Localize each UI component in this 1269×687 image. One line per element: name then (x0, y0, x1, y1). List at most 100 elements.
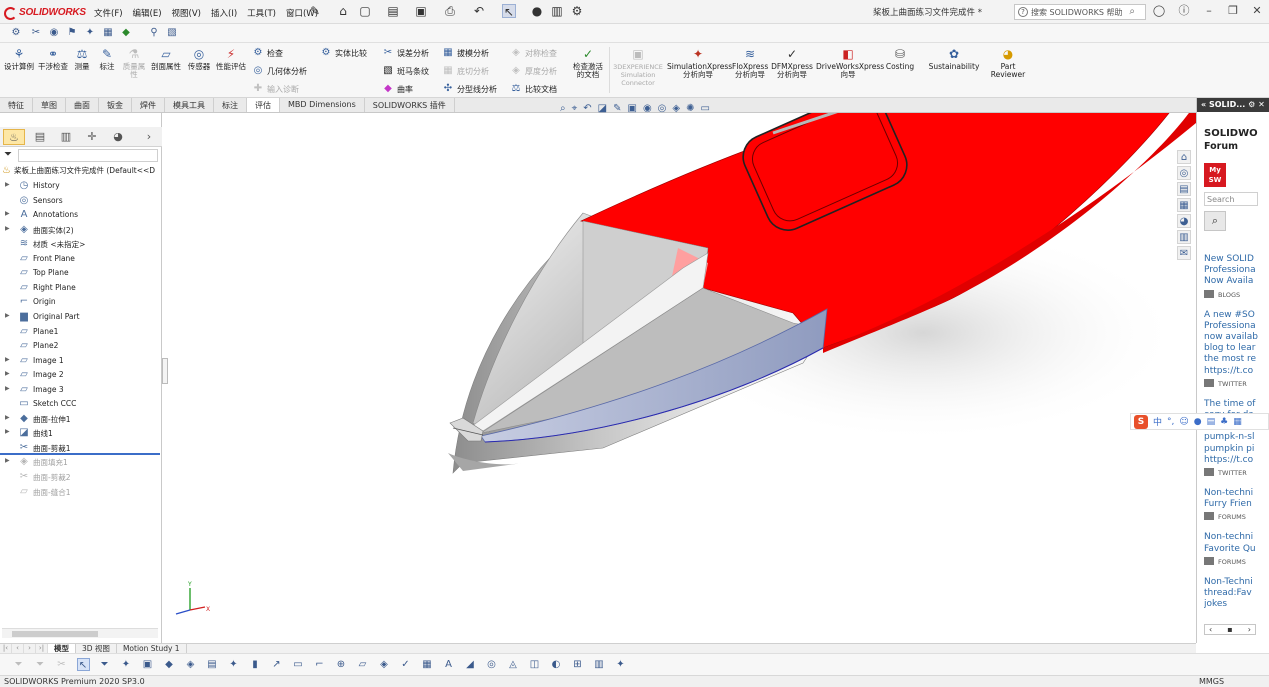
quick-tool-5-icon[interactable]: ✦ (84, 27, 96, 39)
tab-7[interactable]: 评估 (247, 98, 280, 112)
feed-item-text[interactable]: thread:Fav (1204, 588, 1269, 598)
scrollbar-thumb[interactable] (12, 631, 98, 637)
selection-filter-4-icon[interactable]: ⏷ (98, 658, 111, 671)
tab-0[interactable]: 特征 (0, 98, 33, 112)
tab-8[interactable]: MBD Dimensions (280, 98, 365, 112)
floxpress-button[interactable]: ≋ FloXpress 分析向导 (732, 47, 768, 79)
menu-insert[interactable]: 插入(I) (211, 7, 237, 19)
zoom-to-area-icon[interactable]: ⌖ (572, 103, 578, 117)
dimxpert-tab-icon[interactable]: ✛ (81, 129, 103, 145)
tree-item[interactable]: ▱ Top Plane (0, 266, 160, 280)
tree-item[interactable]: ▶ ◪ 曲线1 (0, 426, 160, 440)
selection-filter-26-icon[interactable]: ⊞ (571, 658, 584, 671)
interference-button[interactable]: ⚭ 干涉检查 (38, 47, 68, 71)
menu-edit[interactable]: 编辑(E) (133, 7, 162, 19)
import-diagnostics-button[interactable]: ✚ 输入诊断 (252, 83, 299, 95)
tab-2[interactable]: 曲面 (66, 98, 99, 112)
forum-search-input[interactable]: Search (1204, 192, 1258, 206)
view-orientation-icon[interactable]: ▣ (627, 103, 636, 117)
symmetry-check-button[interactable]: ◈ 对称检查 (510, 47, 557, 59)
selection-filter-14-icon[interactable]: ⌐ (313, 658, 326, 671)
options-gear-icon[interactable]: ⚙ (570, 4, 584, 18)
expand-chevron-icon[interactable]: ▶ (5, 225, 10, 232)
tree-item[interactable]: ▶ A Annotations (0, 208, 160, 222)
selection-filter-6-icon[interactable]: ▣ (141, 658, 154, 671)
selection-filter-5-icon[interactable]: ✦ (120, 658, 133, 671)
dfmxpress-button[interactable]: ✓ DFMXpress 分析向导 (770, 47, 814, 79)
selection-filter-27-icon[interactable]: ▥ (593, 658, 606, 671)
panel-splitter-handle[interactable] (162, 358, 168, 384)
filter-input[interactable] (18, 149, 158, 162)
selection-filter-1-icon[interactable]: ⏷ (34, 658, 47, 671)
feature-tree-filter[interactable]: ⏷ (4, 149, 160, 163)
quick-tool-4-icon[interactable]: ⚑ (66, 27, 78, 39)
check-button[interactable]: ⚙ 检查 (252, 47, 283, 59)
feed-item-text[interactable]: Non-techni (1204, 532, 1269, 542)
tree-item[interactable]: ▱ Plane1 (0, 325, 160, 339)
section-view-icon[interactable]: ◪ (598, 103, 607, 117)
expand-chevron-icon[interactable]: ▶ (5, 370, 10, 377)
feed-prev-icon[interactable]: ‹ (1209, 625, 1212, 634)
configuration-manager-tab-icon[interactable]: ▥ (55, 129, 77, 145)
expand-chevron-icon[interactable]: ▶ (5, 210, 10, 217)
performance-button[interactable]: ⚡ 性能评估 (216, 47, 246, 71)
feed-item-text[interactable]: pumpkin pi (1204, 444, 1269, 454)
selection-filter-8-icon[interactable]: ◈ (184, 658, 197, 671)
selection-filter-15-icon[interactable]: ⊕ (335, 658, 348, 671)
menu-view[interactable]: 视图(V) (172, 7, 201, 19)
tree-item[interactable]: ◎ Sensors (0, 194, 160, 208)
tab-6[interactable]: 标注 (214, 98, 247, 112)
selection-filter-13-icon[interactable]: ▭ (292, 658, 305, 671)
feed-item-text[interactable]: Professiona (1204, 265, 1269, 275)
feed-item-text[interactable]: New SOLID (1204, 254, 1269, 264)
tree-item[interactable]: ▱ Front Plane (0, 252, 160, 266)
menu-file[interactable]: 文件(F) (94, 7, 123, 19)
feed-item-text[interactable]: Favorite Qu (1204, 544, 1269, 554)
selection-filter-12-icon[interactable]: ↗ (270, 658, 283, 671)
selection-filter-17-icon[interactable]: ◈ (378, 658, 391, 671)
selection-filter-10-icon[interactable]: ✦ (227, 658, 240, 671)
hide-show-items-icon[interactable]: ◎ (658, 103, 667, 117)
driveworksxpress-button[interactable]: ◧ DriveWorksXpress 向导 (816, 47, 884, 79)
costing-button[interactable]: ⛁ Costing (882, 47, 918, 71)
tab-1[interactable]: 草图 (33, 98, 66, 112)
selection-filter-9-icon[interactable]: ▤ (206, 658, 219, 671)
task-pane-appearances-icon[interactable]: ◕ (1177, 214, 1191, 228)
3dexperience-connector-button[interactable]: ▣ 3DEXPERIENCE Simulation Connector (612, 47, 664, 87)
quick-tool-6-icon[interactable]: ▦ (102, 27, 114, 39)
ime-punctuation-icon[interactable]: °, (1167, 417, 1174, 427)
open-icon[interactable]: ▤ (386, 4, 400, 18)
ime-skin-icon[interactable]: ♣ (1220, 417, 1228, 427)
section-properties-button[interactable]: ▱ 剖面属性 (150, 47, 182, 71)
print-icon[interactable]: ⎙ (443, 4, 457, 18)
feed-item-text[interactable]: https://t.co (1204, 366, 1269, 376)
markup-button[interactable]: ✎ 标注 (96, 47, 118, 71)
feed-item-text[interactable]: jokes (1204, 599, 1269, 609)
previous-view-icon[interactable]: ↶ (583, 103, 591, 117)
expand-chevron-icon[interactable]: ▶ (5, 181, 10, 188)
file-properties-icon[interactable]: ▥ (550, 4, 564, 18)
geometry-analysis-button[interactable]: ◎ 几何体分析 (252, 65, 307, 77)
feed-item-text[interactable]: now availab (1204, 332, 1269, 342)
graphics-area[interactable]: Y X (163, 113, 1196, 643)
tab-first-icon[interactable]: |‹ (0, 644, 12, 653)
property-manager-tab-icon[interactable]: ▤ (29, 129, 51, 145)
ime-emoji-icon[interactable]: ☺ (1179, 417, 1188, 427)
sogou-logo-icon[interactable]: S (1134, 414, 1148, 429)
feed-item-text[interactable]: the most re (1204, 354, 1269, 364)
part-reviewer-button[interactable]: ◕ Part Reviewer (988, 47, 1028, 79)
ime-mode[interactable]: 中 (1153, 415, 1162, 428)
feed-item-text[interactable]: Now Availa (1204, 276, 1269, 286)
selection-filter-7-icon[interactable]: ◆ (163, 658, 176, 671)
tree-item[interactable]: ▶ ◈ 曲面实体(2) (0, 223, 160, 237)
expand-chevron-icon[interactable]: ▶ (5, 428, 10, 435)
pin-icon[interactable]: ✎ (308, 4, 322, 18)
quick-tool-3-icon[interactable]: ◉ (48, 27, 60, 39)
tree-item[interactable]: ▶ ◈ 曲面填充1 (0, 455, 160, 469)
display-manager-tab-icon[interactable]: ◕ (107, 129, 129, 145)
deviation-analysis-button[interactable]: ✂ 误差分析 (382, 47, 429, 59)
selection-filter-21-icon[interactable]: ◢ (464, 658, 477, 671)
body-compare-button[interactable]: ⚙ 实体比较 (320, 47, 367, 59)
task-pane-design-library-icon[interactable]: ▤ (1177, 182, 1191, 196)
tab-5[interactable]: 模具工具 (165, 98, 214, 112)
